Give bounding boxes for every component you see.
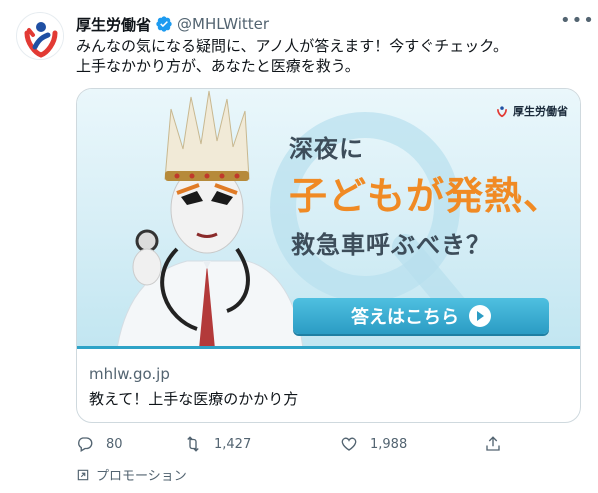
cta-label: 答えはこちら (351, 307, 459, 328)
tweet-header: 厚生労働省 @MHLWitter (76, 14, 269, 34)
promoted-indicator[interactable]: プロモーション (76, 465, 187, 484)
handle[interactable]: @MHLWitter (177, 15, 269, 33)
card-headline-line3: 救急車呼ぶべき？ (291, 231, 491, 259)
retweet-count: 1,427 (214, 436, 252, 452)
mhlw-logo-icon (18, 14, 63, 59)
share-button[interactable] (484, 432, 502, 456)
reply-icon (78, 437, 93, 452)
avatar[interactable] (16, 12, 64, 60)
cta-button[interactable]: 答えはこちら (293, 298, 549, 334)
more-icon[interactable]: ••• (560, 12, 594, 36)
card-title[interactable]: 教えて！上手な医療のかかり方 (89, 388, 298, 409)
card-image[interactable]: 厚生労働省 深夜に 子どもが発熱、 救急車呼ぶべき？ 答えはこちら (77, 89, 580, 349)
tweet-text: みんなの気になる疑問に、アノ人が答えます！今すぐチェック。 上手なかかり方が、あ… (76, 37, 509, 75)
retweet-icon (187, 436, 199, 452)
card-domain: mhlw.go.jp (89, 365, 170, 383)
promoted-icon (77, 469, 89, 480)
card-headline-line1: 深夜に (289, 135, 364, 163)
card-headline-line2: 子どもが発熱、 (289, 174, 563, 218)
share-icon (486, 436, 500, 451)
promoted-label: プロモーション (96, 469, 187, 484)
like-icon (341, 437, 357, 451)
verified-badge-icon (155, 15, 173, 33)
card-logo: 厚生労働省 (495, 103, 568, 119)
mhlw-logo-icon (497, 106, 507, 118)
reply-button[interactable]: 80 (76, 432, 123, 456)
retweet-button[interactable]: 1,427 (184, 432, 251, 456)
reply-count: 80 (106, 436, 123, 452)
like-count: 1,988 (370, 436, 408, 452)
link-card[interactable]: 厚生労働省 深夜に 子どもが発熱、 救急車呼ぶべき？ 答えはこちら mhlw.g… (76, 88, 581, 423)
like-button[interactable]: 1,988 (340, 432, 407, 456)
play-arrow-icon (469, 305, 491, 327)
tweet-actions: 80 1,427 1,988 (76, 432, 506, 456)
character-illustration (117, 90, 304, 346)
display-name[interactable]: 厚生労働省 (76, 14, 151, 35)
